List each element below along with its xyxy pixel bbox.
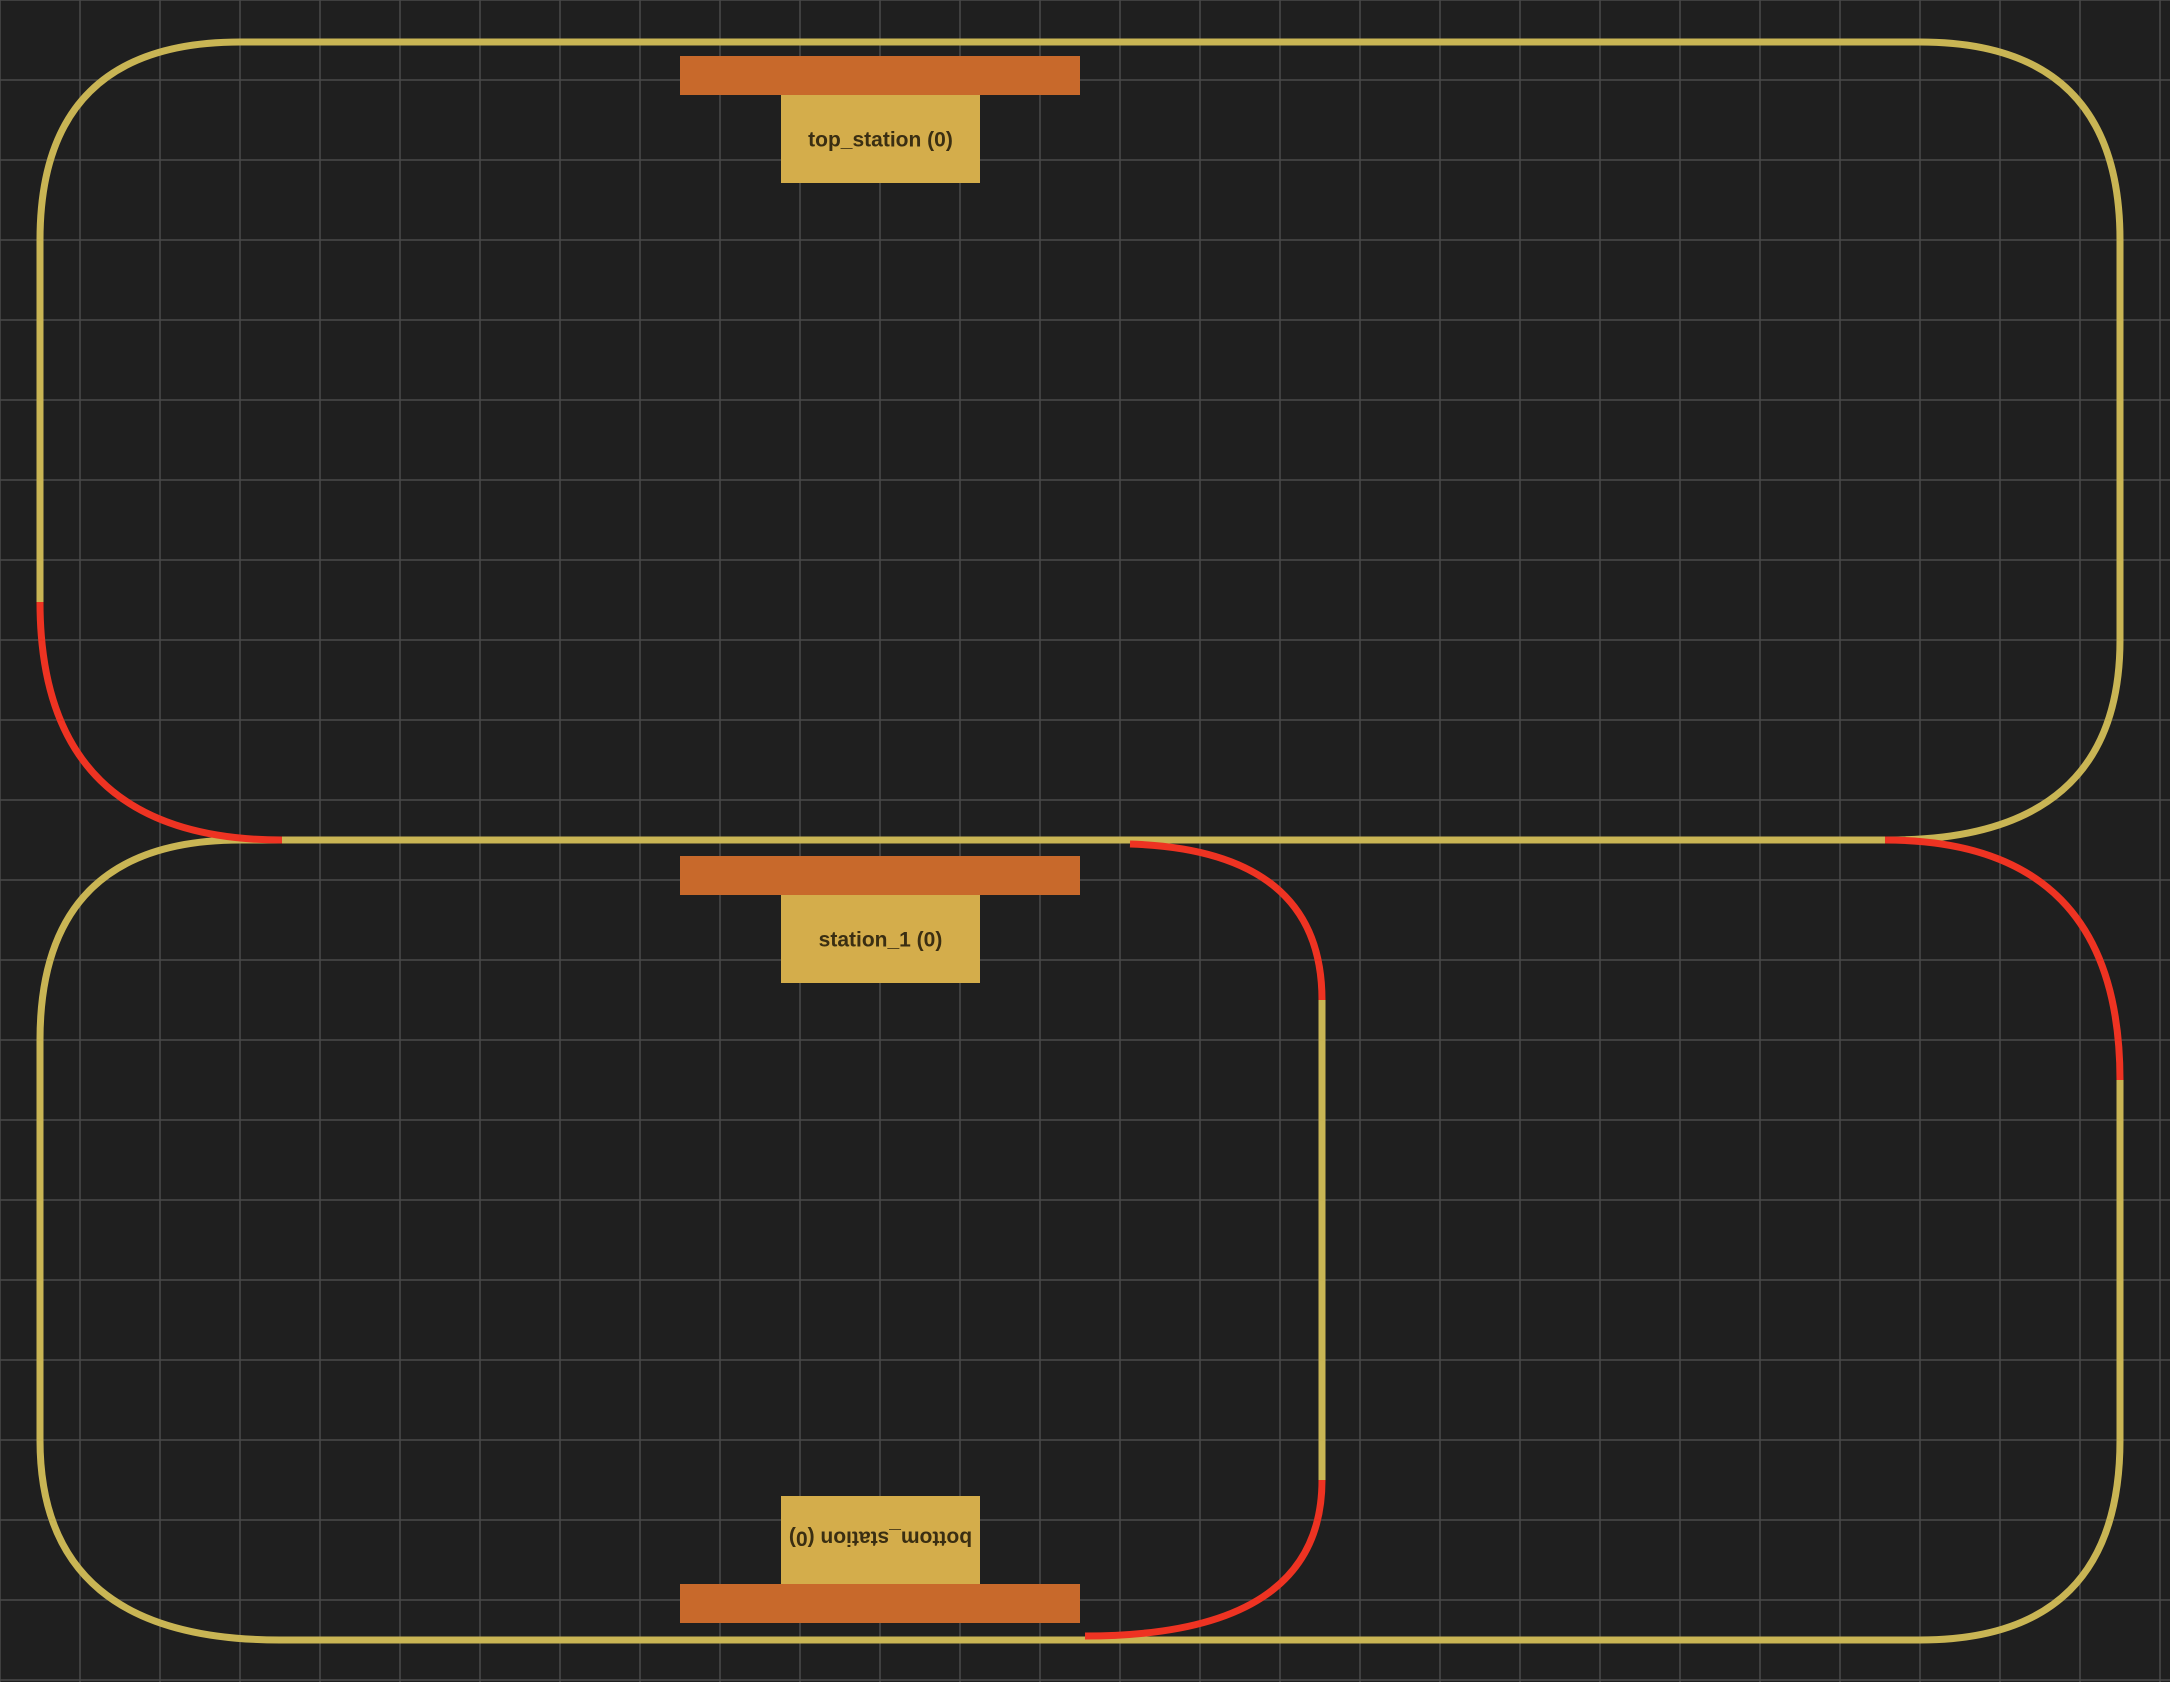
station-platform (680, 1584, 1080, 1623)
station-platform (680, 56, 1080, 95)
track-layout-canvas[interactable]: top_station (0) station_1 (0) bottom_sta… (0, 0, 2170, 1682)
station-label: bottom_station (0) (789, 1526, 972, 1549)
station-label: top_station (0) (808, 129, 953, 152)
station-platform (680, 856, 1080, 895)
station-label: station_1 (0) (819, 929, 943, 952)
